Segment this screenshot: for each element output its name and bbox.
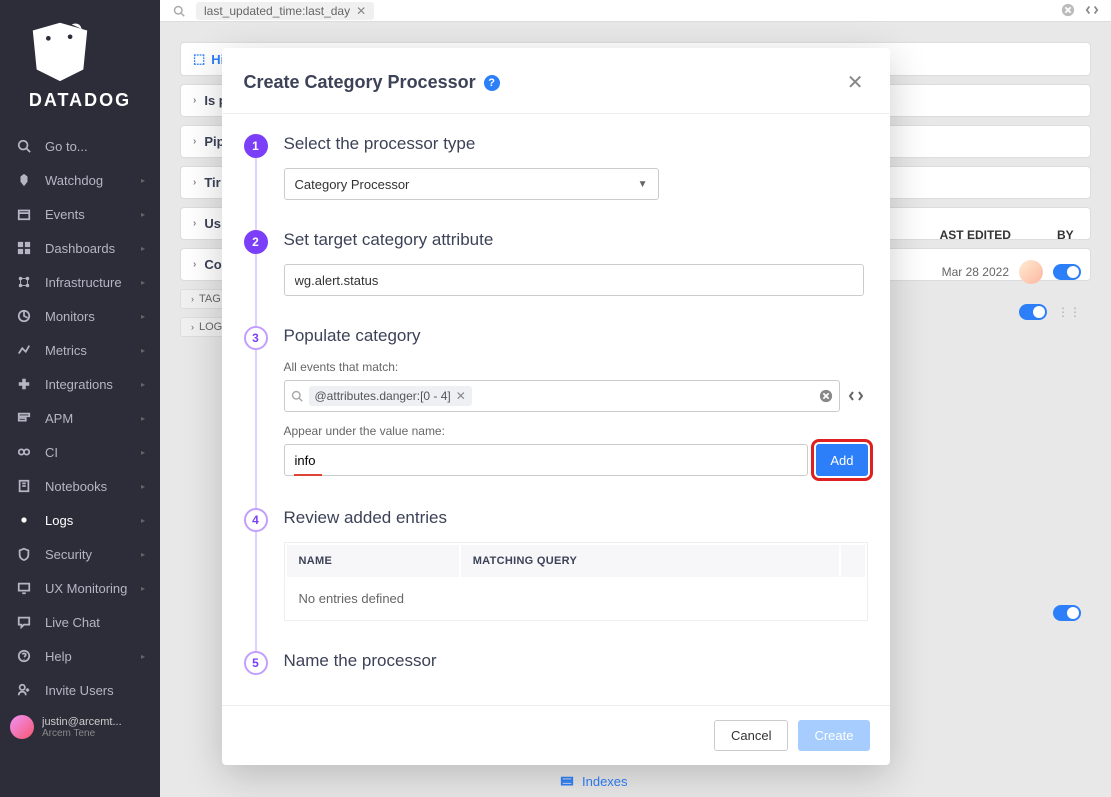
value-label: Appear under the value name: xyxy=(284,424,868,438)
step-connector xyxy=(255,254,257,326)
modal: Create Category Processor ? ✕ 1 Select t… xyxy=(222,48,890,765)
step-badge: 2 xyxy=(244,230,268,254)
step-title: Populate category xyxy=(284,326,868,346)
value-name-input[interactable] xyxy=(284,444,809,476)
query-input[interactable]: @attributes.danger:[0 - 4]✕ xyxy=(284,380,840,412)
step-title: Review added entries xyxy=(284,508,868,528)
step-badge: 1 xyxy=(244,134,268,158)
col-query: MATCHING QUERY xyxy=(461,545,839,577)
step-1: 1 Select the processor type Category Pro… xyxy=(244,134,868,230)
step-title: Set target category attribute xyxy=(284,230,868,250)
modal-overlay: Create Category Processor ? ✕ 1 Select t… xyxy=(0,0,1111,797)
step-title: Select the processor type xyxy=(284,134,868,154)
step-badge: 5 xyxy=(244,651,268,675)
step-connector xyxy=(255,350,257,508)
code-icon[interactable] xyxy=(848,388,868,404)
match-label: All events that match: xyxy=(284,360,868,374)
col-name: NAME xyxy=(287,545,459,577)
step-connector xyxy=(255,158,257,230)
target-attribute-input[interactable] xyxy=(284,264,864,296)
query-pill[interactable]: @attributes.danger:[0 - 4]✕ xyxy=(309,386,472,406)
cancel-button[interactable]: Cancel xyxy=(714,720,788,751)
entries-table: NAME MATCHING QUERY No entries defined xyxy=(284,542,868,621)
create-button[interactable]: Create xyxy=(798,720,869,751)
input-underline xyxy=(294,474,322,476)
modal-title: Create Category Processor xyxy=(244,72,476,93)
search-icon xyxy=(291,390,303,402)
step-title: Name the processor xyxy=(284,651,868,671)
step-2: 2 Set target category attribute xyxy=(244,230,868,326)
step-connector xyxy=(255,532,257,651)
step-badge: 3 xyxy=(244,326,268,350)
add-button[interactable]: Add xyxy=(816,444,867,476)
processor-type-select[interactable]: Category Processor ▼ xyxy=(284,168,659,200)
modal-footer: Cancel Create xyxy=(222,705,890,765)
close-icon[interactable]: ✕ xyxy=(456,389,466,403)
step-badge: 4 xyxy=(244,508,268,532)
clear-icon[interactable] xyxy=(819,389,833,403)
help-icon[interactable]: ? xyxy=(484,75,500,91)
empty-message: No entries defined xyxy=(287,579,865,618)
step-3: 3 Populate category All events that matc… xyxy=(244,326,868,508)
modal-body: 1 Select the processor type Category Pro… xyxy=(222,114,890,705)
col-actions xyxy=(841,545,865,577)
close-icon[interactable]: ✕ xyxy=(843,66,868,99)
caret-down-icon: ▼ xyxy=(638,179,648,190)
modal-header: Create Category Processor ? ✕ xyxy=(222,48,890,114)
step-5: 5 Name the processor xyxy=(244,651,868,671)
step-4: 4 Review added entries NAME MATCHING QUE… xyxy=(244,508,868,651)
